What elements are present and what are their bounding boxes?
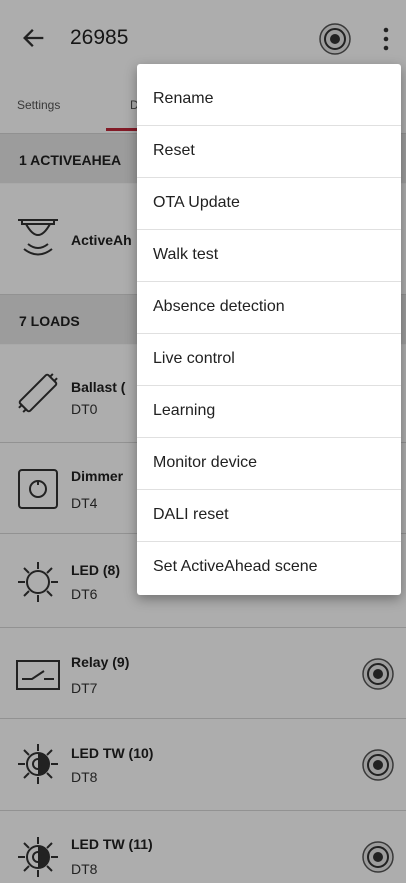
menu-item-absence-detection[interactable]: Absence detection [137,281,401,334]
menu-item-walk-test[interactable]: Walk test [137,229,401,282]
menu-item-live-control[interactable]: Live control [137,333,401,386]
menu-item-learning[interactable]: Learning [137,385,401,438]
menu-item-rename[interactable]: Rename [137,73,401,126]
menu-item-dali-reset[interactable]: DALI reset [137,489,401,542]
menu-item-set-activeahead-scene[interactable]: Set ActiveAhead scene [137,541,401,593]
menu-item-ota-update[interactable]: OTA Update [137,177,401,230]
menu-item-reset[interactable]: Reset [137,125,401,178]
menu-item-monitor-device[interactable]: Monitor device [137,437,401,490]
overflow-menu: Rename Reset OTA Update Walk test Absenc… [137,64,401,595]
